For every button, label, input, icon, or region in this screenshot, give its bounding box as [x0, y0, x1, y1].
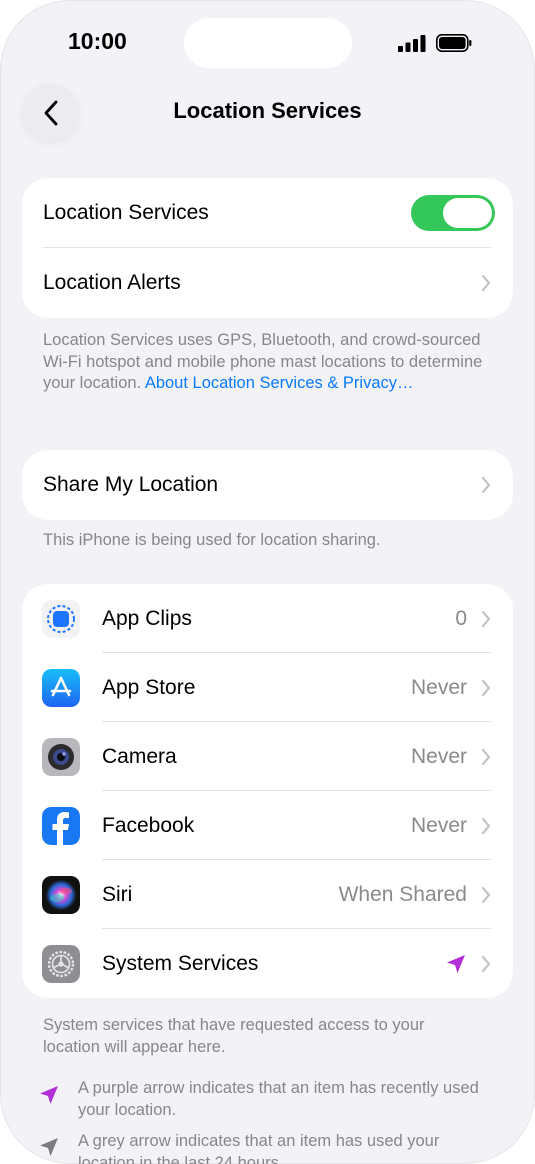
- cellular-signal-icon: [398, 35, 426, 52]
- app-permission-value: Never: [410, 813, 467, 837]
- chevron-right-icon: [481, 748, 491, 765]
- about-privacy-link[interactable]: About Location Services & Privacy…: [145, 374, 414, 392]
- chevron-right-icon: [481, 679, 491, 696]
- location-services-row: Location Services: [22, 178, 513, 248]
- app-permission-value: Never: [410, 675, 467, 699]
- location-arrow-grey-icon: [40, 1138, 58, 1156]
- location-alerts-label: Location Alerts: [43, 271, 181, 294]
- dynamic-island: [184, 18, 352, 68]
- app-name: App Clips: [102, 606, 192, 630]
- app-row-facebook[interactable]: Facebook Never: [22, 791, 513, 860]
- app-row-siri[interactable]: Siri When Shared: [22, 860, 513, 929]
- chevron-right-icon: [481, 274, 491, 292]
- app-row-camera[interactable]: Camera Never: [22, 722, 513, 791]
- app-store-icon: [42, 668, 80, 707]
- share-my-location-label: Share My Location: [43, 473, 219, 496]
- chevron-right-icon: [481, 955, 491, 972]
- location-services-footnote: Location Services uses GPS, Bluetooth, a…: [43, 330, 483, 395]
- system-services-footnote: System services that have requested acce…: [43, 1016, 425, 1056]
- app-name: System Services: [102, 951, 259, 975]
- location-services-toggle[interactable]: [411, 195, 495, 231]
- status-time: 10:00: [68, 28, 127, 54]
- app-permission-value: Never: [410, 744, 467, 768]
- device-screen: 10:00 Location Services Location Service…: [0, 0, 535, 1164]
- location-arrow-purple-icon: [40, 1086, 58, 1104]
- share-location-footnote: This iPhone is being used for location s…: [43, 531, 381, 549]
- location-alerts-row[interactable]: Location Alerts: [22, 248, 513, 318]
- app-row-app-store[interactable]: App Store Never: [22, 653, 513, 722]
- app-clips-icon: [42, 599, 80, 638]
- app-name: App Store: [102, 675, 196, 699]
- app-name: Camera: [102, 744, 177, 768]
- app-row-system-services[interactable]: System Services: [22, 929, 513, 998]
- facebook-icon: [42, 806, 80, 845]
- toggle-knob: [443, 198, 492, 228]
- chevron-right-icon: [481, 610, 491, 627]
- camera-icon: [42, 737, 80, 776]
- location-services-label: Location Services: [43, 201, 209, 224]
- share-location-card: Share My Location: [22, 450, 513, 520]
- app-permission-value: 0: [455, 606, 467, 630]
- app-name: Facebook: [102, 813, 195, 837]
- battery-icon: [436, 34, 472, 52]
- system-services-icon: [42, 944, 80, 983]
- share-my-location-row[interactable]: Share My Location: [22, 450, 513, 520]
- location-arrow-purple-icon: [447, 954, 465, 973]
- chevron-right-icon: [481, 817, 491, 834]
- siri-icon: [42, 875, 80, 914]
- app-name: Siri: [102, 882, 133, 906]
- page-title: Location Services: [173, 98, 362, 123]
- chevron-right-icon: [481, 476, 491, 494]
- purple-arrow-legend: A purple arrow indicates that an item ha…: [78, 1079, 479, 1119]
- location-services-card: Location Services Location Alerts: [22, 178, 513, 318]
- grey-arrow-legend: A grey arrow indicates that an item has …: [78, 1132, 440, 1164]
- chevron-right-icon: [481, 886, 491, 903]
- app-permission-value: When Shared: [338, 882, 467, 906]
- app-row-app-clips[interactable]: App Clips 0: [22, 584, 513, 653]
- apps-card: App Clips 0 App Store Never Camera Never…: [22, 584, 513, 998]
